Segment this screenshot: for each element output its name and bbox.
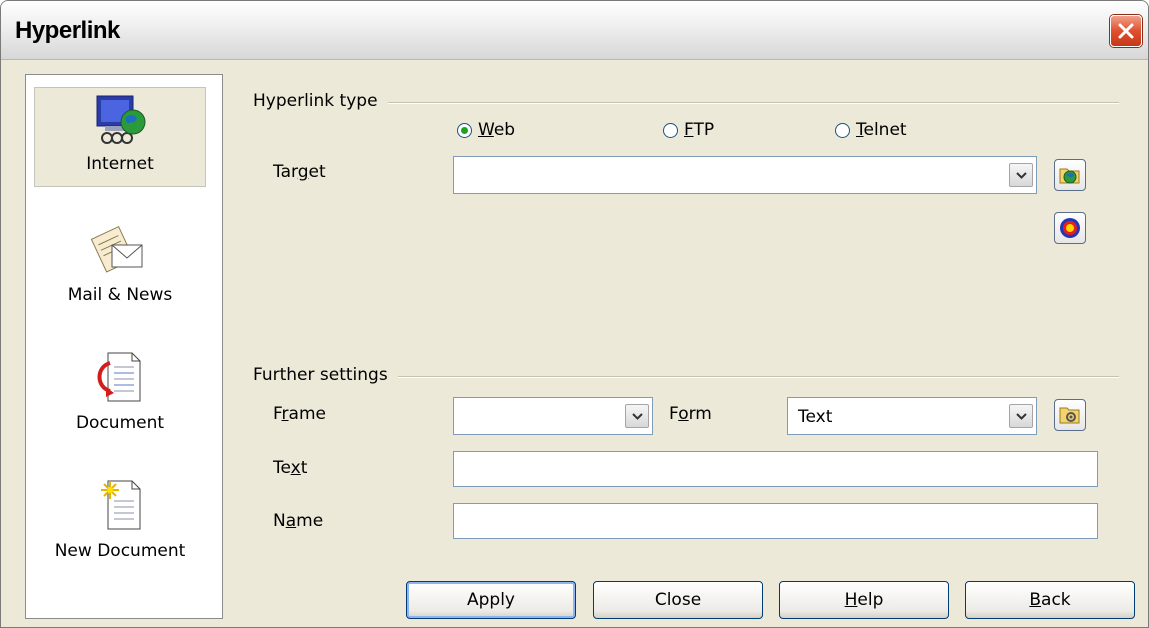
- document-icon: [97, 352, 141, 402]
- frame-dropdown-button[interactable]: [625, 404, 649, 428]
- radio-telnet[interactable]: Telnet: [835, 120, 907, 140]
- mail-news-icon: [90, 225, 143, 273]
- close-icon: [1118, 23, 1134, 39]
- form-select[interactable]: Text: [787, 397, 1037, 435]
- further-settings-group-label: Further settings: [253, 365, 398, 385]
- chevron-down-icon: [632, 413, 643, 420]
- target-combobox[interactable]: [453, 156, 1037, 194]
- radio-web[interactable]: Web: [457, 120, 515, 140]
- hyperlink-type-group-label: Hyperlink type: [253, 91, 388, 111]
- title-bar: Hyperlink: [1, 1, 1148, 60]
- radio-telnet-indicator[interactable]: [835, 122, 850, 138]
- events-button[interactable]: [1054, 399, 1086, 431]
- sidebar-item-label: New Document: [54, 541, 186, 561]
- radio-ftp[interactable]: FTP: [663, 120, 714, 140]
- frame-combobox[interactable]: [453, 397, 653, 435]
- chevron-down-icon: [1016, 413, 1027, 420]
- target-dropdown-button[interactable]: [1009, 163, 1033, 187]
- sidebar-item-document[interactable]: Document: [34, 343, 206, 443]
- form-dropdown-button[interactable]: [1009, 404, 1033, 428]
- hyperlink-dialog: Hyperlink Internet Mail & News Document …: [0, 0, 1149, 628]
- events-icon: [1059, 407, 1080, 424]
- target-icon: [1060, 218, 1080, 238]
- new-document-icon: [101, 480, 141, 530]
- text-label: Text: [273, 458, 308, 478]
- chevron-down-icon: [1016, 172, 1027, 179]
- close-button[interactable]: Close: [593, 581, 763, 619]
- frame-label: Frame: [273, 404, 326, 424]
- sidebar-item-label: Mail & News: [67, 285, 173, 305]
- name-label: Name: [273, 511, 324, 531]
- target-in-document-button[interactable]: [1054, 212, 1086, 244]
- form-value: Text: [798, 407, 833, 427]
- sidebar-item-internet[interactable]: Internet: [34, 87, 206, 187]
- radio-web-indicator[interactable]: [457, 122, 472, 138]
- close-window-button[interactable]: [1110, 15, 1142, 47]
- text-field[interactable]: [453, 451, 1098, 487]
- sidebar-item-new-document[interactable]: New Document: [34, 471, 206, 571]
- target-label: Target: [273, 162, 326, 182]
- apply-button[interactable]: Apply: [406, 581, 576, 619]
- form-label: Form: [669, 404, 712, 424]
- help-button[interactable]: Help: [779, 581, 949, 619]
- window-title: Hyperlink: [15, 17, 120, 44]
- hyperlink-category-list: Internet Mail & News Document New Docume…: [25, 74, 223, 619]
- internet-globe-icon: [96, 95, 146, 144]
- open-web-browser-icon: [1059, 168, 1080, 184]
- radio-ftp-indicator[interactable]: [663, 122, 678, 138]
- sidebar-item-label: Document: [75, 413, 165, 433]
- sidebar-item-label: Internet: [86, 154, 154, 174]
- sidebar-item-mail-news[interactable]: Mail & News: [34, 215, 206, 315]
- back-button[interactable]: Back: [965, 581, 1135, 619]
- name-field[interactable]: [453, 503, 1098, 539]
- web-browser-button[interactable]: [1054, 159, 1086, 191]
